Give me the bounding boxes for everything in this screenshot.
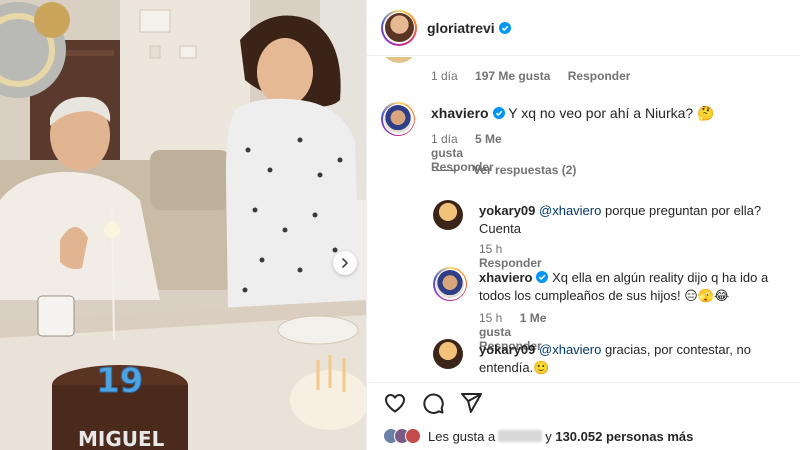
reply-time: 15 h — [479, 311, 503, 325]
verified-badge-icon — [536, 271, 549, 283]
comment-icon[interactable] — [421, 391, 445, 415]
comments-list[interactable]: 1 día 197 Me gusta Responder xhaviero Y … — [367, 57, 800, 382]
comment-text: xhaviero Y xq no veo por ahí a Niurka? 🤔 — [431, 104, 761, 122]
avatar — [405, 428, 421, 444]
comment-meta: 1 día 197 Me gusta Responder — [431, 69, 644, 83]
blurred-username — [498, 429, 543, 442]
reply-text: xhaviero Xq ella en algún reality dijo q… — [479, 269, 779, 305]
post-photo[interactable]: 19 MIGUEL — [0, 0, 366, 450]
heart-icon[interactable] — [383, 391, 407, 415]
comment-username[interactable]: xhaviero — [431, 105, 489, 121]
cake-number-candle: 19 — [96, 361, 143, 401]
reply-text: yokary09 @xhaviero porque preguntan por … — [479, 202, 779, 238]
verified-badge-icon — [492, 107, 505, 119]
divider — [433, 169, 457, 171]
post-header: gloriatrevi — [367, 0, 800, 56]
view-replies-button[interactable]: Ver respuestas (2) — [433, 163, 576, 177]
post-actions — [367, 382, 800, 422]
author-avatar[interactable] — [381, 9, 417, 46]
likes-conjunction: y — [545, 428, 552, 444]
avatar[interactable] — [433, 200, 463, 230]
author-username[interactable]: gloriatrevi — [427, 20, 511, 36]
reply-button[interactable]: Responder — [568, 69, 631, 83]
likes-text: Les gusta a y 130.052 personas más — [428, 429, 693, 444]
carousel-next-button[interactable] — [333, 251, 357, 275]
comment-likes[interactable]: 197 Me gusta — [475, 69, 550, 83]
comment-time: 1 día — [431, 132, 458, 146]
cake-name-topper: MIGUEL — [78, 427, 165, 450]
likes-count[interactable]: 130.052 personas más — [555, 429, 693, 444]
reply-button[interactable]: Responder — [479, 256, 542, 270]
avatar[interactable] — [433, 267, 467, 301]
reply-time: 15 h — [479, 242, 503, 256]
comment-body: Y xq no veo por ahí a Niurka? 🤔 — [508, 105, 715, 121]
mention-link[interactable]: @xhaviero — [539, 342, 601, 357]
post-sidebar: gloriatrevi 1 día 197 Me gusta Responder… — [366, 0, 800, 450]
reply-meta: 15 h Responder — [479, 242, 556, 270]
avatar[interactable] — [381, 57, 417, 63]
reply-text: yokary09 @xhaviero gracias, por contesta… — [479, 341, 779, 377]
birthday-photo-illustration: 19 MIGUEL — [0, 0, 366, 450]
liker-avatars — [383, 428, 421, 444]
reply-username[interactable]: xhaviero — [479, 270, 532, 285]
verified-badge-icon — [498, 21, 511, 34]
likes-summary[interactable]: Les gusta a y 130.052 personas más — [383, 428, 693, 444]
view-replies-label[interactable]: Ver respuestas (2) — [473, 163, 576, 177]
chevron-right-icon — [342, 258, 348, 268]
avatar[interactable] — [433, 339, 463, 369]
share-icon[interactable] — [459, 391, 483, 415]
mention-link[interactable]: @xhaviero — [539, 203, 601, 218]
reply-username[interactable]: yokary09 — [479, 203, 535, 218]
comment-time: 1 día — [431, 69, 458, 83]
reply-username[interactable]: yokary09 — [479, 342, 535, 357]
avatar[interactable] — [381, 102, 415, 136]
author-username-text[interactable]: gloriatrevi — [427, 20, 495, 36]
likes-prefix: Les gusta a — [428, 428, 496, 444]
